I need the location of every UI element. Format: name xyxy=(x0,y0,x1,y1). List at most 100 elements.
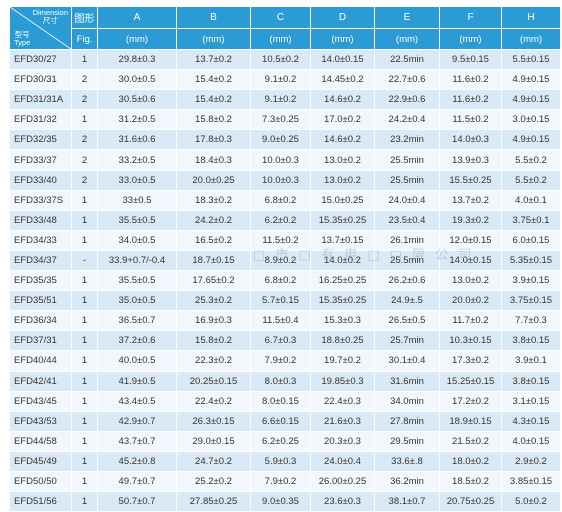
cell-b: 29.0±0.15 xyxy=(176,430,251,452)
cell-fig: 1 xyxy=(71,370,98,392)
cell-f: 17.3±0.2 xyxy=(439,350,502,372)
cell-f: 11.5±0.2 xyxy=(439,109,502,131)
cell-e: 24.0±0.4 xyxy=(374,189,440,211)
cell-d: 14.0±0.2 xyxy=(310,249,375,272)
cell-a: 33.2±0.5 xyxy=(97,149,177,171)
cell-b: 15.4±0.2 xyxy=(176,69,251,91)
cell-c: 5.9±0.3 xyxy=(250,450,311,472)
cell-c: 9.1±0.2 xyxy=(250,89,311,111)
table-row: EFD33/37 2 33.2±0.5 18.4±0.3 10.0±0.3 13.0±0.… xyxy=(9,149,561,171)
cell-b: 20.25±0.15 xyxy=(176,370,251,392)
cell-d: 13.0±0.2 xyxy=(310,169,375,191)
unit-label-c: (mm) xyxy=(250,28,311,50)
cell-b: 18.4±0.3 xyxy=(176,149,251,171)
table-body: EFD30/27 1 29.8±0.3 13.7±0.2 10.5±0.2 14.0±0.… xyxy=(9,48,561,512)
cell-b: 17.65±0.2 xyxy=(176,270,251,292)
cell-c: 7.9±0.2 xyxy=(250,470,311,493)
cell-type: EFD34/37 xyxy=(9,249,72,272)
table-row: EFD32/35 2 31.6±0.6 17.8±0.3 9.0±0.25 14.6±0.… xyxy=(9,129,561,151)
cell-h: 5.35±0.15 xyxy=(501,249,561,272)
cell-h: 7.7±0.3 xyxy=(501,310,561,332)
cell-type: EFD33/48 xyxy=(9,209,72,231)
cell-c: 9.0±0.35 xyxy=(250,491,311,512)
table-row: EFD40/44 1 40.0±0.5 22.3±0.2 7.9±0.2 19.7±0.2… xyxy=(9,350,561,372)
cell-b: 24.2±0.2 xyxy=(176,209,251,231)
cell-a: 31.6±0.6 xyxy=(97,129,177,151)
cell-type: EFD42/41 xyxy=(9,370,72,392)
table-header: Dimension 尺寸 型号 Type 图形 A B C D E F H Fi… xyxy=(9,6,561,50)
table-row: EFD30/31 2 30.0±0.5 15.4±0.2 9.1±0.2 14.45±0.… xyxy=(9,69,561,91)
cell-c: 11.5±0.4 xyxy=(250,310,311,332)
cell-d: 15.0±0.25 xyxy=(310,189,375,211)
cell-a: 34.0±0.5 xyxy=(97,229,177,251)
cell-d: 15.35±0.25 xyxy=(310,290,375,312)
cell-a: 33.0±0.5 xyxy=(97,169,177,191)
cell-b: 22.3±0.2 xyxy=(176,350,251,372)
column-header-b: B xyxy=(176,6,251,29)
cell-h: 6.0±0.15 xyxy=(501,229,561,251)
cell-b: 25.2±0.2 xyxy=(176,470,251,493)
cell-e: 22.9±0.6 xyxy=(374,89,440,111)
fig-header-cn: 图形 xyxy=(71,6,98,29)
corner-dimension-cn: 尺寸 xyxy=(42,16,58,25)
cell-a: 49.7±0.7 xyxy=(97,470,177,493)
cell-b: 20.0±0.25 xyxy=(176,169,251,191)
cell-f: 19.3±0.2 xyxy=(439,209,502,231)
table-row: EFD33/48 1 35.5±0.5 24.2±0.2 6.2±0.2 15.35±0.… xyxy=(9,209,561,231)
cell-type: EFD50/50 xyxy=(9,470,72,493)
cell-type: EFD43/53 xyxy=(9,410,72,432)
cell-h: 3.8±0.15 xyxy=(501,370,561,392)
cell-d: 19.7±0.2 xyxy=(310,350,375,372)
cell-e: 22.7±0.6 xyxy=(374,69,440,91)
cell-b: 13.7±0.2 xyxy=(176,48,251,71)
cell-d: 24.0±0.4 xyxy=(310,450,375,472)
cell-h: 3.0±0.15 xyxy=(501,109,561,131)
cell-fig: 1 xyxy=(71,48,98,71)
cell-f: 13.0±0.2 xyxy=(439,270,502,292)
cell-fig: 1 xyxy=(71,491,98,512)
cell-type: EFD32/35 xyxy=(9,129,72,151)
cell-type: EFD31/32 xyxy=(9,109,72,131)
table-row: EFD33/37S 1 33±0.5 18.3±0.2 6.8±0.2 15.0±0.25… xyxy=(9,189,561,211)
cell-type: EFD33/37 xyxy=(9,149,72,171)
cell-f: 14.0±0.3 xyxy=(439,129,502,151)
cell-b: 15.8±0.2 xyxy=(176,109,251,131)
cell-d: 13.0±0.2 xyxy=(310,149,375,171)
table-row: EFD43/45 1 43.4±0.5 22.4±0.2 8.0±0.15 22.4±0.… xyxy=(9,390,561,412)
cell-h: 4.9±0.15 xyxy=(501,69,561,91)
cell-e: 26.5±0.5 xyxy=(374,310,440,332)
column-header-h: H xyxy=(501,6,561,29)
table-row: EFD35/51 1 35.0±0.5 25.3±0.2 5.7±0.15 15.35±0… xyxy=(9,290,561,312)
cell-fig: 1 xyxy=(71,390,98,412)
cell-f: 18.5±0.2 xyxy=(439,470,502,493)
cell-a: 42.9±0.7 xyxy=(97,410,177,432)
cell-b: 26.3±0.15 xyxy=(176,410,251,432)
cell-a: 36.5±0.7 xyxy=(97,310,177,332)
cell-d: 14.6±0.2 xyxy=(310,129,375,151)
cell-a: 33±0.5 xyxy=(97,189,177,211)
cell-d: 14.6±0.2 xyxy=(310,89,375,111)
cell-h: 2.9±0.2 xyxy=(501,450,561,472)
cell-e: 34.0min xyxy=(374,390,440,412)
cell-f: 17.2±0.2 xyxy=(439,390,502,412)
fig-header-en: Fig. xyxy=(71,28,98,50)
cell-a: 31.2±0.5 xyxy=(97,109,177,131)
cell-h: 3.9±0.1 xyxy=(501,350,561,372)
cell-e: 25.5min xyxy=(374,249,440,272)
cell-fig: 1 xyxy=(71,410,98,432)
cell-fig: 2 xyxy=(71,129,98,151)
cell-c: 9.1±0.2 xyxy=(250,69,311,91)
cell-h: 3.75±0.1 xyxy=(501,209,561,231)
cell-h: 4.9±0.15 xyxy=(501,89,561,111)
table-row: EFD37/31 1 37.2±0.6 15.8±0.2 6.7±0.3 18.8±0.2… xyxy=(9,330,561,352)
cell-type: EFD45/49 xyxy=(9,450,72,472)
cell-type: EFD34/33 xyxy=(9,229,72,251)
cell-d: 21.6±0.3 xyxy=(310,410,375,432)
cell-h: 5.0±0.2 xyxy=(501,491,561,512)
cell-h: 5.5±0.2 xyxy=(501,169,561,191)
table-row: EFD45/49 1 45.2±0.8 24.7±0.2 5.9±0.3 24.0±0.4… xyxy=(9,450,561,472)
cell-c: 7.3±0.25 xyxy=(250,109,311,131)
cell-a: 33.9+0.7/-0.4 xyxy=(97,249,177,272)
cell-d: 18.8±0.25 xyxy=(310,330,375,352)
cell-type: EFD44/58 xyxy=(9,430,72,452)
